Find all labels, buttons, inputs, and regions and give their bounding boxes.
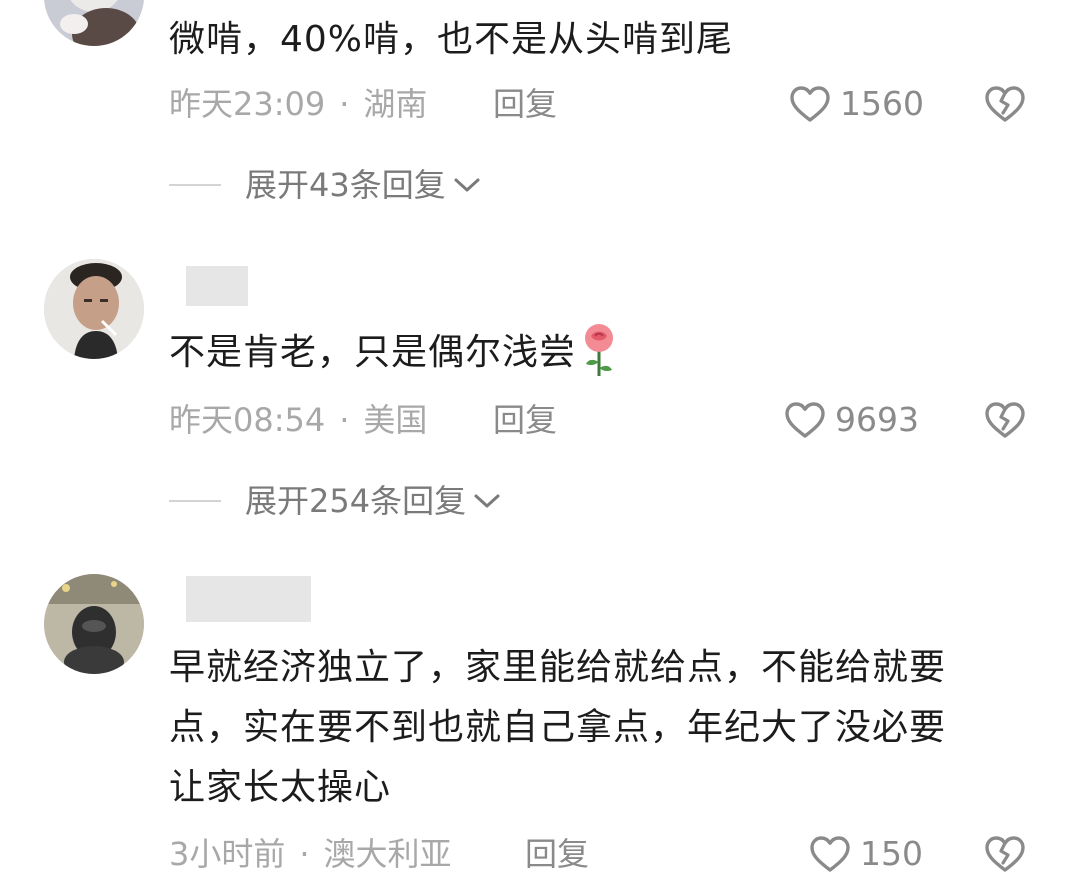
reply-button[interactable]: 回复: [493, 398, 557, 442]
expand-replies-label: 展开254条回复: [245, 482, 467, 520]
comment-region: 美国: [363, 401, 428, 439]
commenter-avatar[interactable]: [44, 259, 144, 359]
comment-text: 微啃，40%啃，也不是从头啃到尾: [169, 10, 733, 70]
comment-region: 澳大利亚: [323, 835, 452, 873]
comment-line-text: 不是肯老，只是偶尔浅尝: [169, 332, 577, 373]
avatar-image: [44, 0, 144, 46]
like-button[interactable]: 1560: [788, 82, 924, 126]
commenter-avatar[interactable]: [44, 574, 144, 674]
comment-text: 不是肯老，只是偶尔浅尝: [169, 322, 618, 383]
expand-replies-button[interactable]: 展开43条回复: [169, 163, 482, 207]
like-count: 9693: [835, 400, 919, 439]
expand-replies-label: 展开43条回复: [245, 166, 446, 204]
like-count: 1560: [840, 84, 924, 123]
heart-outline-icon: [790, 86, 830, 122]
broken-heart-icon: [985, 402, 1025, 438]
expand-divider: [169, 500, 221, 502]
dislike-button[interactable]: [983, 400, 1027, 440]
comment-line: 让家长太操心: [169, 767, 392, 808]
like-button[interactable]: 9693: [783, 398, 919, 442]
avatar-image: [44, 259, 144, 359]
comment-time: 昨天23:09: [169, 85, 326, 123]
comment-line: 不是肯老，只是偶尔浅尝: [169, 322, 618, 383]
expand-divider: [169, 184, 221, 186]
meta-separator: ·: [339, 401, 350, 439]
meta-separator: ·: [299, 835, 310, 873]
dislike-button[interactable]: [983, 834, 1027, 874]
meta-separator: ·: [339, 85, 350, 123]
dislike-button[interactable]: [983, 84, 1027, 124]
broken-heart-icon: [985, 836, 1025, 872]
comment-meta: 昨天08:54 · 美国: [169, 398, 427, 442]
comment-line: 微啃，40%啃，也不是从头啃到尾: [169, 19, 734, 60]
chevron-down-icon: [454, 178, 480, 192]
chevron-down-icon: [474, 494, 500, 508]
username-redacted: [186, 576, 311, 622]
comment-line: 早就经济独立了，家里能给就给点，不能给就要: [169, 647, 947, 688]
comment-text: 早就经济独立了，家里能给就给点，不能给就要 点，实在要不到也就自己拿点，年纪大了…: [169, 638, 946, 818]
reply-button[interactable]: 回复: [493, 82, 557, 126]
comment-line: 点，实在要不到也就自己拿点，年纪大了没必要: [169, 707, 947, 748]
avatar-image: [44, 574, 144, 674]
comment-time: 3小时前: [169, 835, 286, 873]
comment-region: 湖南: [363, 85, 428, 123]
username-redacted: [186, 266, 248, 306]
commenter-avatar[interactable]: [44, 0, 144, 46]
expand-replies-button[interactable]: 展开254条回复: [169, 479, 502, 523]
comment-time: 昨天08:54: [169, 401, 326, 439]
broken-heart-icon: [985, 86, 1025, 122]
heart-outline-icon: [810, 836, 850, 872]
heart-outline-icon: [785, 402, 825, 438]
reply-button[interactable]: 回复: [525, 832, 589, 876]
like-count: 150: [860, 834, 923, 873]
comment-meta: 昨天23:09 · 湖南: [169, 82, 427, 126]
rose-emoji-icon: [585, 324, 614, 376]
like-button[interactable]: 150: [808, 832, 923, 876]
comment-meta: 3小时前 · 澳大利亚: [169, 832, 452, 876]
